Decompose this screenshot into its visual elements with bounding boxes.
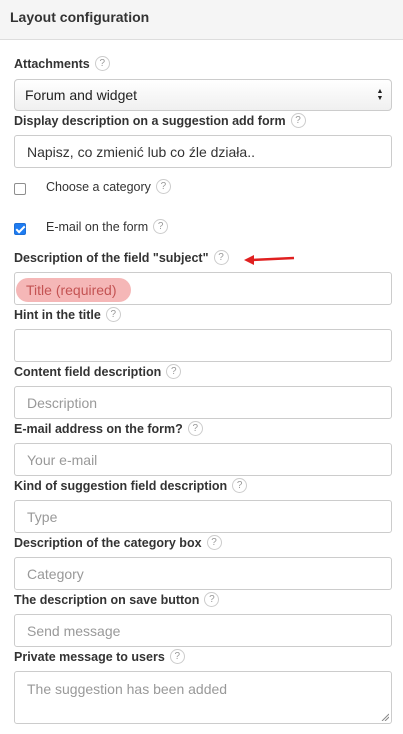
display-description-label-text: Display description on a suggestion add … — [14, 113, 286, 128]
private-message-textarea[interactable]: The suggestion has been added — [14, 671, 392, 724]
attachments-select[interactable]: Forum and widget ▲ ▼ — [14, 79, 392, 111]
email-on-form-label: E-mail on the form ? — [46, 219, 169, 234]
help-icon[interactable]: ? — [213, 250, 229, 265]
help-icon[interactable]: ? — [204, 592, 220, 607]
arrow-up-icon: ▲ — [376, 88, 384, 95]
help-icon[interactable]: ? — [290, 113, 306, 128]
help-icon[interactable]: ? — [232, 478, 248, 493]
content-field-input[interactable]: Description — [14, 386, 392, 419]
choose-category-label: Choose a category ? — [46, 179, 171, 194]
annotation-arrow-icon — [244, 255, 295, 265]
category-box-placeholder: Category — [27, 565, 84, 582]
subject-description-label-text: Description of the field "subject" — [14, 250, 209, 265]
kind-of-suggestion-label-text: Kind of suggestion field description — [14, 478, 228, 493]
subject-description-placeholder: Title (required) — [26, 282, 117, 298]
category-box-label-text: Description of the category box — [14, 535, 202, 550]
choose-category-checkbox[interactable] — [14, 183, 26, 195]
kind-of-suggestion-input[interactable]: Type — [14, 500, 392, 533]
hint-in-title-label-text: Hint in the title — [14, 307, 101, 322]
attachments-label: Attachments ? — [14, 56, 110, 71]
kind-of-suggestion-label: Kind of suggestion field description ? — [14, 478, 248, 493]
email-on-form-label-text: E-mail on the form — [46, 219, 149, 234]
panel-header: Layout configuration — [0, 0, 403, 40]
panel-title: Layout configuration — [10, 9, 150, 25]
display-description-value: Napisz, co zmienić lub co źle działa.. — [27, 143, 255, 160]
save-button-desc-placeholder: Send message — [27, 622, 121, 639]
email-address-label-text: E-mail address on the form? — [14, 421, 183, 436]
content-field-placeholder: Description — [27, 394, 98, 411]
category-box-label: Description of the category box ? — [14, 535, 222, 550]
save-button-desc-label-text: The description on save button — [14, 592, 200, 607]
help-icon[interactable]: ? — [105, 307, 121, 322]
content-field-label-text: Content field description — [14, 364, 162, 379]
subject-description-label: Description of the field "subject" ? — [14, 250, 229, 265]
email-address-label: E-mail address on the form? ? — [14, 421, 203, 436]
email-address-placeholder: Your e-mail — [27, 451, 98, 468]
help-icon[interactable]: ? — [206, 535, 222, 550]
private-message-placeholder: The suggestion has been added — [27, 681, 228, 697]
display-description-input[interactable]: Napisz, co zmienić lub co źle działa.. — [14, 135, 392, 168]
save-button-desc-label: The description on save button ? — [14, 592, 220, 607]
attachments-select-value: Forum and widget — [25, 87, 138, 103]
email-on-form-checkbox[interactable] — [14, 223, 26, 235]
private-message-label: Private message to users ? — [14, 649, 185, 664]
choose-category-row[interactable] — [14, 183, 26, 195]
help-icon[interactable]: ? — [155, 179, 171, 194]
help-icon[interactable]: ? — [94, 56, 110, 71]
choose-category-label-text: Choose a category — [46, 179, 151, 194]
display-description-label: Display description on a suggestion add … — [14, 113, 306, 128]
kind-of-suggestion-placeholder: Type — [27, 508, 58, 525]
arrow-down-icon: ▼ — [376, 95, 384, 102]
attachments-label-text: Attachments — [14, 56, 90, 71]
category-box-input[interactable]: Category — [14, 557, 392, 590]
hint-in-title-input[interactable] — [14, 329, 392, 362]
select-arrows-icon: ▲ ▼ — [376, 88, 384, 102]
email-address-input[interactable]: Your e-mail — [14, 443, 392, 476]
email-on-form-row[interactable] — [14, 223, 26, 235]
help-icon[interactable]: ? — [169, 649, 185, 664]
hint-in-title-label: Hint in the title ? — [14, 307, 121, 322]
save-button-desc-input[interactable]: Send message — [14, 614, 392, 647]
help-icon[interactable]: ? — [153, 219, 169, 234]
private-message-label-text: Private message to users — [14, 649, 165, 664]
help-icon[interactable]: ? — [166, 364, 182, 379]
help-icon[interactable]: ? — [187, 421, 203, 436]
resize-grip-icon[interactable] — [381, 713, 389, 721]
content-field-label: Content field description ? — [14, 364, 182, 379]
